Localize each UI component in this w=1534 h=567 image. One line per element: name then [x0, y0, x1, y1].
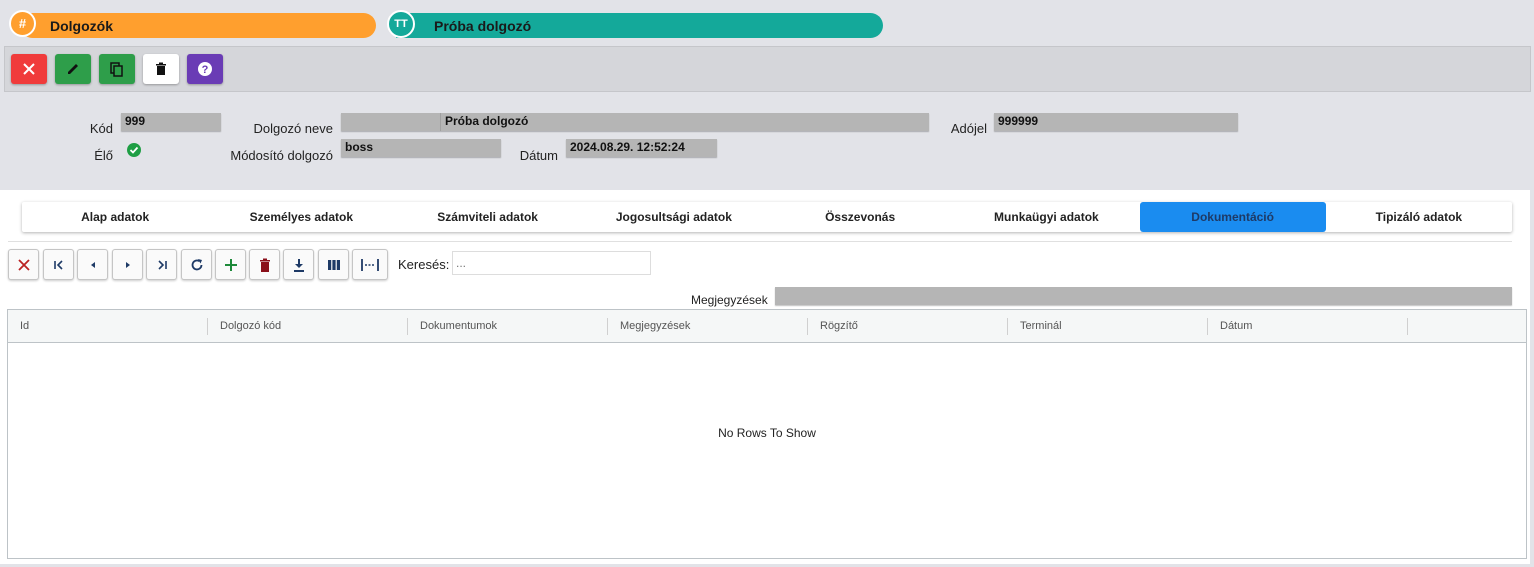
dolgozo-neve-value: Próba dolgozó: [445, 114, 529, 128]
grid-header: Id Dolgozó kód Dokumentumok Megjegyzések…: [8, 310, 1526, 343]
close-icon: [17, 258, 30, 271]
empty-grid-message: No Rows To Show: [718, 426, 816, 440]
chevron-left-icon: [90, 261, 95, 268]
help-button[interactable]: ?: [187, 54, 223, 84]
copy-icon: [110, 62, 123, 77]
breadcrumb-record[interactable]: Próba dolgozó: [396, 13, 883, 38]
plus-icon: [224, 258, 237, 271]
trash-icon: [156, 62, 166, 75]
pencil-icon: [68, 64, 78, 74]
search-input[interactable]: [452, 251, 651, 275]
refresh-button[interactable]: [181, 249, 212, 280]
breadcrumb-label: Próba dolgozó: [434, 17, 532, 34]
autosize-columns-button[interactable]: [352, 249, 388, 280]
name-prefix-segment: [341, 113, 441, 131]
add-row-button[interactable]: [215, 249, 246, 280]
grid-close-button[interactable]: [8, 249, 39, 280]
edit-button[interactable]: [55, 54, 91, 84]
tab-bar: Alap adatok Személyes adatok Számviteli …: [22, 202, 1512, 232]
tab-tipizalo-adatok[interactable]: Tipizáló adatok: [1326, 202, 1512, 232]
column-header-datum[interactable]: Dátum: [1208, 310, 1408, 342]
prev-page-button[interactable]: [77, 249, 108, 280]
documents-grid: Id Dolgozó kód Dokumentumok Megjegyzések…: [7, 309, 1527, 559]
column-header-megjegyzesek[interactable]: Megjegyzések: [608, 310, 808, 342]
column-header-dolgozo-kod[interactable]: Dolgozó kód: [208, 310, 408, 342]
search-label: Keresés:: [398, 257, 450, 272]
megjegyzesek-field[interactable]: [775, 287, 1512, 305]
column-header-rogzito[interactable]: Rögzítő: [808, 310, 1008, 342]
chevron-right-icon: [125, 261, 130, 268]
refresh-icon: [191, 258, 202, 270]
tab-jogosultsagi-adatok[interactable]: Jogosultsági adatok: [581, 202, 767, 232]
tab-dokumentacio[interactable]: Dokumentáció: [1139, 202, 1326, 232]
dolgozo-neve-field[interactable]: Próba dolgozó: [341, 113, 929, 131]
adojel-label: Adójel: [950, 121, 987, 136]
last-page-icon: [157, 259, 167, 270]
download-icon: [293, 258, 304, 272]
autosize-icon: [361, 258, 379, 271]
datum-label: Dátum: [519, 148, 558, 163]
kod-label: Kód: [89, 121, 113, 136]
text-icon: TT: [387, 10, 415, 38]
column-header-terminal[interactable]: Terminál: [1008, 310, 1208, 342]
columns-icon: [327, 259, 340, 270]
columns-button[interactable]: [318, 249, 349, 280]
modosito-field[interactable]: boss: [341, 139, 501, 157]
breadcrumb-dolgozok[interactable]: Dolgozók: [20, 13, 376, 38]
elo-label: Élő: [94, 148, 113, 163]
hash-icon: #: [9, 10, 36, 37]
tab-szamviteli-adatok[interactable]: Számviteli adatok: [395, 202, 581, 232]
tab-szemelyes-adatok[interactable]: Személyes adatok: [208, 202, 394, 232]
divider: [8, 241, 1512, 242]
tab-osszevonas[interactable]: Összevonás: [767, 202, 953, 232]
copy-button[interactable]: [99, 54, 135, 84]
adojel-field[interactable]: 999999: [994, 113, 1238, 131]
trash-icon: [259, 258, 270, 272]
tab-alap-adatok[interactable]: Alap adatok: [22, 202, 208, 232]
detail-panel: Alap adatok Személyes adatok Számviteli …: [0, 190, 1530, 564]
delete-button[interactable]: [143, 54, 179, 84]
datum-field[interactable]: 2024.08.29. 12:52:24: [566, 139, 717, 157]
delete-row-button[interactable]: [249, 249, 280, 280]
tab-munkaugyi-adatok[interactable]: Munkaügyi adatok: [953, 202, 1139, 232]
megjegyzesek-label: Megjegyzések: [691, 293, 768, 307]
first-page-button[interactable]: [43, 249, 74, 280]
dolgozo-neve-label: Dolgozó neve: [253, 121, 334, 136]
close-button[interactable]: [11, 54, 47, 84]
kod-field[interactable]: 999: [121, 113, 221, 131]
modosito-label: Módosító dolgozó: [230, 148, 333, 163]
breadcrumb-label: Dolgozók: [50, 17, 113, 34]
column-header-dokumentumok[interactable]: Dokumentumok: [408, 310, 608, 342]
next-page-button[interactable]: [112, 249, 143, 280]
svg-text:?: ?: [202, 64, 209, 76]
last-page-button[interactable]: [146, 249, 177, 280]
action-toolbar: ?: [4, 46, 1531, 92]
first-page-icon: [53, 259, 63, 270]
close-icon: [23, 63, 35, 75]
help-icon: ?: [198, 62, 212, 76]
download-button[interactable]: [283, 249, 314, 280]
check-circle-icon: [127, 143, 141, 160]
column-header-id[interactable]: Id: [8, 310, 208, 342]
